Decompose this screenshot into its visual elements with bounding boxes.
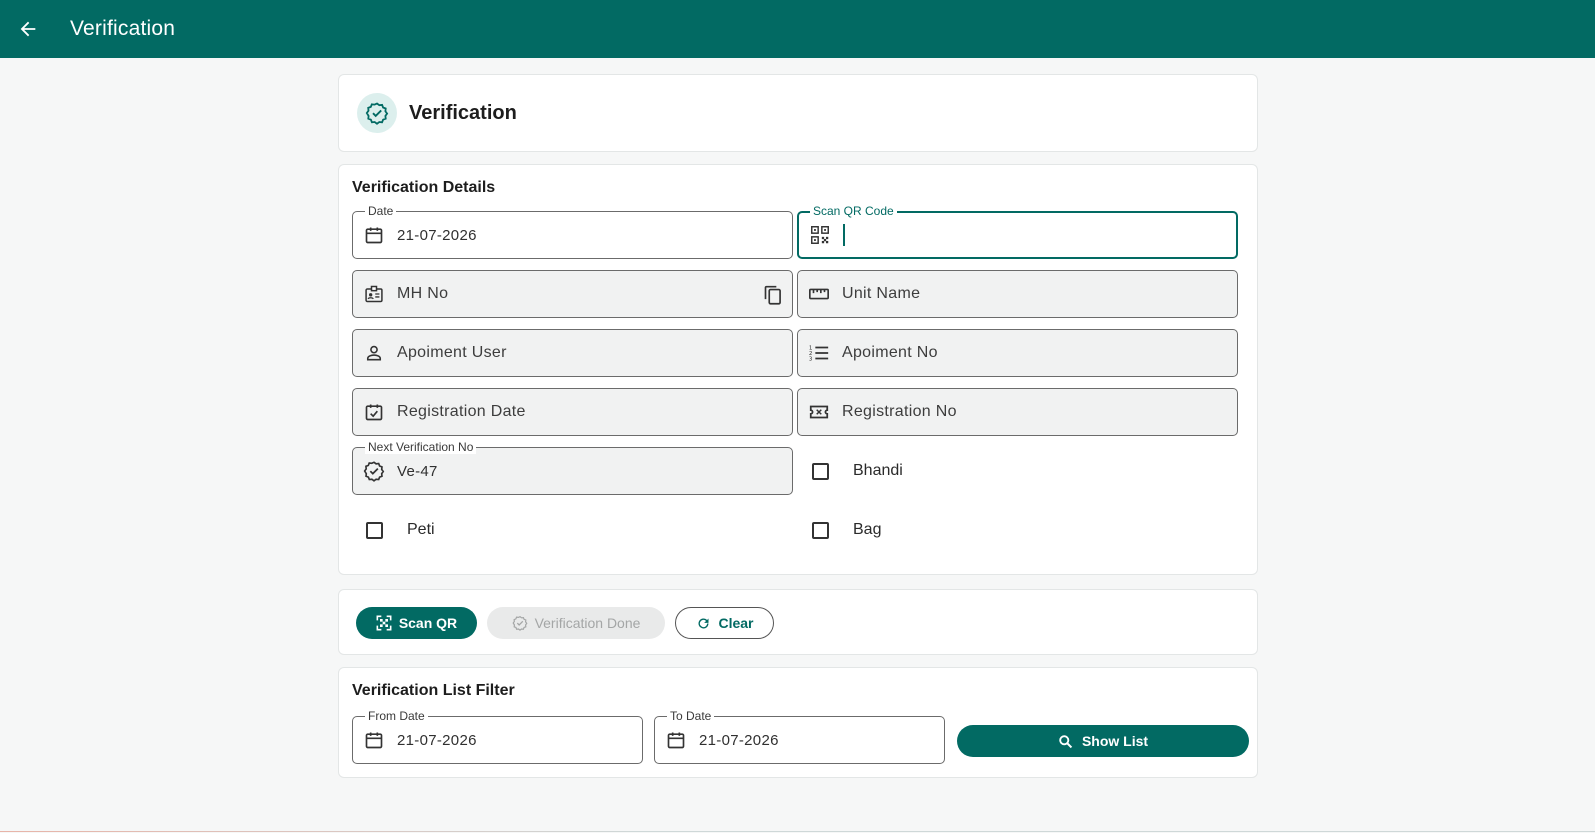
date-value: 21-07-2026 (397, 226, 477, 244)
bag-label: Bag (853, 521, 882, 538)
appointment-user-placeholder: Apoiment User (397, 344, 507, 361)
mh-no-placeholder: MH No (397, 285, 449, 302)
unit-name-field[interactable]: Unit Name (797, 270, 1238, 318)
to-date-label: To Date (667, 709, 715, 723)
verified-badge-icon (357, 93, 397, 133)
verification-done-label: Verification Done (534, 615, 641, 631)
bag-checkbox[interactable]: Bag (812, 518, 881, 542)
next-verification-no-label: Next Verification No (365, 440, 477, 454)
appointment-user-field[interactable]: Apoiment User (352, 329, 793, 377)
qr-code-icon (809, 224, 831, 246)
appointment-no-placeholder: Apoiment No (842, 344, 938, 361)
calendar-icon[interactable] (363, 224, 385, 246)
header-card: Verification (338, 74, 1258, 152)
checkbox-box[interactable] (812, 462, 829, 480)
verification-details-card: Verification Details Date 21-07-2026 Sca… (338, 164, 1258, 575)
svg-text:3: 3 (809, 356, 813, 362)
date-label: Date (365, 204, 397, 218)
checkbox-box[interactable] (812, 521, 829, 539)
scan-qr-code-input[interactable]: Scan QR Code (797, 204, 1238, 259)
bottom-divider (0, 831, 1595, 832)
registration-date-placeholder: Registration Date (397, 403, 526, 420)
to-date-field[interactable]: To Date 21-07-2026 (654, 709, 945, 764)
copy-icon[interactable] (762, 283, 784, 307)
clear-button[interactable]: Clear (675, 607, 774, 639)
from-date-field[interactable]: From Date 21-07-2026 (352, 709, 643, 764)
actions-card: Scan QR Verification Done Clear (338, 589, 1258, 655)
back-arrow-icon[interactable] (14, 15, 42, 43)
calendar-icon[interactable] (665, 729, 687, 751)
from-date-label: From Date (365, 709, 428, 723)
refresh-icon (695, 615, 711, 631)
text-caret (843, 224, 845, 246)
filter-title: Verification List Filter (352, 682, 515, 699)
scan-qr-code-label: Scan QR Code (810, 204, 897, 218)
qr-scanner-icon (376, 615, 392, 631)
to-date-value: 21-07-2026 (699, 731, 779, 749)
registration-no-field[interactable]: Registration No (797, 388, 1238, 436)
peti-checkbox[interactable]: Peti (366, 518, 435, 542)
scan-qr-button[interactable]: Scan QR (356, 607, 477, 639)
next-verification-no-value: Ve-47 (397, 462, 438, 480)
id-card-icon (363, 283, 385, 305)
app-bar: Verification (0, 0, 1595, 58)
date-field[interactable]: Date 21-07-2026 (352, 204, 793, 259)
registration-date-field[interactable]: Registration Date (352, 388, 793, 436)
peti-label: Peti (407, 521, 435, 538)
bhandi-checkbox[interactable]: Bhandi (812, 459, 903, 483)
next-verification-no-field[interactable]: Next Verification No Ve-47 (352, 440, 793, 495)
app-bar-title: Verification (70, 17, 176, 40)
unit-name-placeholder: Unit Name (842, 285, 921, 302)
calendar-icon[interactable] (363, 729, 385, 751)
person-icon (363, 342, 385, 364)
verified-icon (363, 460, 385, 482)
search-icon (1058, 733, 1074, 749)
verified-icon (512, 615, 528, 631)
registration-no-placeholder: Registration No (842, 403, 957, 420)
show-list-label: Show List (1081, 733, 1149, 749)
from-date-value: 21-07-2026 (397, 731, 477, 749)
verification-list-filter-card: Verification List Filter From Date 21-07… (338, 667, 1258, 778)
ticket-icon (808, 401, 830, 423)
show-list-button[interactable]: Show List (957, 725, 1249, 757)
checkbox-box[interactable] (366, 521, 383, 539)
mh-no-field[interactable]: MH No (352, 270, 793, 318)
event-available-icon (363, 401, 385, 423)
ruler-icon (808, 283, 830, 305)
verification-details-title: Verification Details (352, 179, 496, 196)
page-title: Verification (409, 101, 517, 124)
bhandi-label: Bhandi (853, 462, 903, 479)
clear-label: Clear (718, 615, 754, 631)
numbered-list-icon: 123 (808, 342, 830, 364)
verification-done-button[interactable]: Verification Done (487, 607, 665, 639)
scan-qr-label: Scan QR (398, 615, 458, 631)
appointment-no-field[interactable]: 123 Apoiment No (797, 329, 1238, 377)
